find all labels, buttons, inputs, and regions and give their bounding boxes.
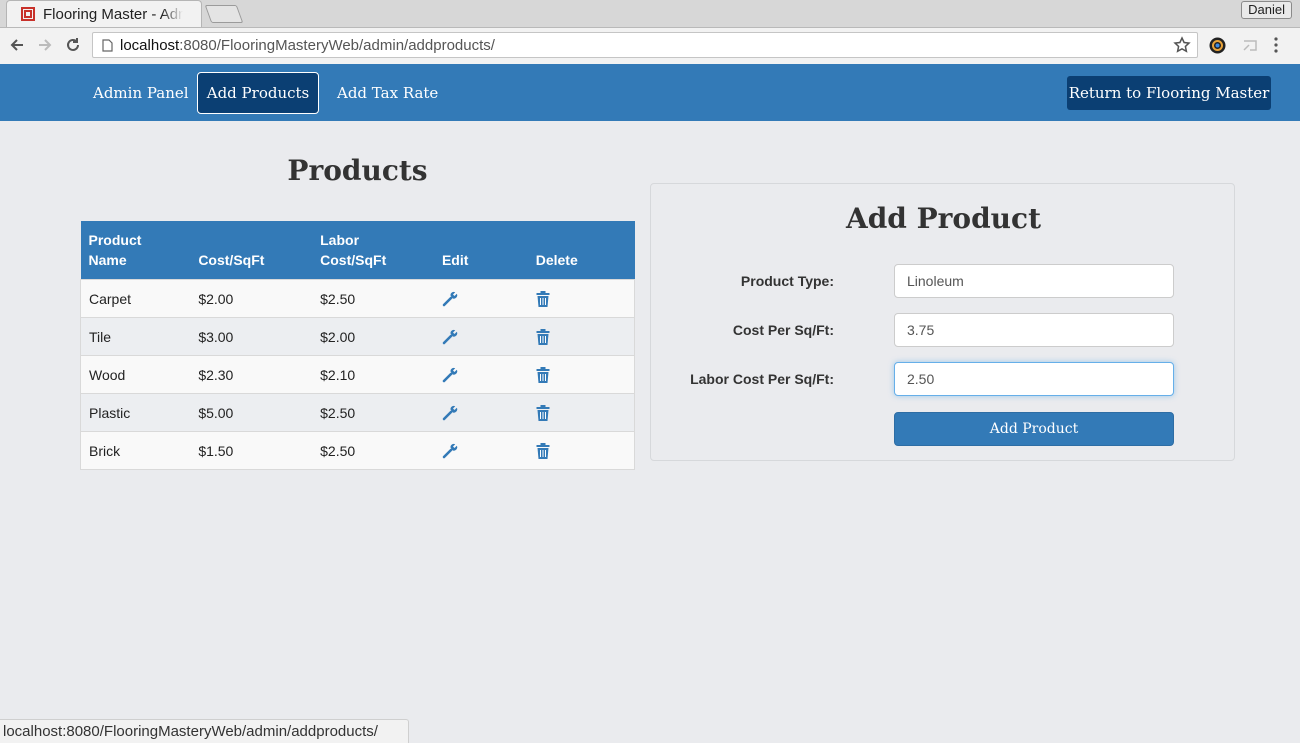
labor-cost-per-sqft-input[interactable]: [894, 362, 1174, 396]
app-navbar: Admin Panel Add Products Add Tax Rate Re…: [0, 64, 1300, 121]
products-heading: Products: [287, 154, 428, 187]
labor-cost-per-sqft-label: Labor Cost Per Sq/Ft:: [690, 371, 834, 387]
nav-add-products[interactable]: Add Products: [197, 72, 319, 114]
delete-cell: [527, 355, 635, 394]
bookmark-star-icon[interactable]: [1173, 36, 1191, 54]
cost-per-sqft-label: Cost Per Sq/Ft:: [732, 322, 834, 338]
browser-toolbar: localhost:8080/FlooringMasteryWeb/admin/…: [0, 28, 1300, 64]
product-cost: $1.50: [190, 431, 313, 470]
edit-cell: [433, 355, 528, 394]
products-table: Product Name Cost/SqFt Labor Cost/SqFt Edi…: [80, 221, 635, 470]
product-type-input[interactable]: [894, 264, 1174, 298]
header-edit: Edit: [433, 221, 528, 280]
product-cost: $2.00: [190, 279, 313, 318]
cost-per-sqft-input[interactable]: [894, 313, 1174, 347]
table-row: Carpet $2.00 $2.50: [80, 279, 635, 318]
reload-icon[interactable]: [62, 34, 84, 56]
browser-tabstrip: Flooring Master - Admin Daniel: [0, 0, 1300, 28]
product-labor-cost: $2.50: [312, 393, 434, 432]
forward-icon[interactable]: [34, 34, 56, 56]
product-labor-cost: $2.10: [312, 355, 434, 394]
header-labor-cost: Labor Cost/SqFt: [312, 221, 434, 280]
product-cost: $5.00: [190, 393, 313, 432]
page-icon: [102, 39, 113, 52]
table-header-row: Product Name Cost/SqFt Labor Cost/SqFt Edi…: [80, 221, 635, 280]
product-name: Brick: [80, 431, 191, 470]
product-cost: $2.30: [190, 355, 313, 394]
back-icon[interactable]: [6, 34, 28, 56]
edit-cell: [433, 279, 528, 318]
wrench-icon[interactable]: [442, 329, 458, 345]
wrench-icon[interactable]: [442, 405, 458, 421]
trash-icon[interactable]: [536, 404, 550, 421]
address-bar[interactable]: localhost:8080/FlooringMasteryWeb/admin/…: [92, 32, 1198, 58]
add-product-panel: Add Product Product Type: Cost Per Sq/Ft…: [650, 183, 1235, 461]
product-name: Wood: [80, 355, 191, 394]
product-labor-cost: $2.50: [312, 279, 434, 318]
browser-tab[interactable]: Flooring Master - Admin: [6, 0, 202, 27]
cast-icon[interactable]: [1242, 38, 1258, 52]
delete-cell: [527, 279, 635, 318]
status-bar-url: localhost:8080/FlooringMasteryWeb/admin/…: [0, 719, 409, 743]
header-product-name: Product Name: [80, 221, 191, 280]
trash-icon[interactable]: [536, 442, 550, 459]
return-to-flooring-master-button[interactable]: Return to Flooring Master: [1067, 76, 1271, 110]
edit-cell: [433, 317, 528, 356]
url-text: localhost:8080/FlooringMasteryWeb/admin/…: [120, 37, 495, 54]
extension-icon[interactable]: [1209, 37, 1226, 54]
profile-button[interactable]: Daniel: [1241, 1, 1292, 19]
browser-menu-icon[interactable]: [1274, 37, 1278, 53]
trash-icon[interactable]: [536, 366, 550, 383]
add-product-heading: Add Product: [845, 202, 1042, 235]
add-product-button[interactable]: Add Product: [894, 412, 1174, 446]
delete-cell: [527, 317, 635, 356]
table-row: Plastic $5.00 $2.50: [80, 393, 635, 432]
nav-add-tax-rate[interactable]: Add Tax Rate: [321, 72, 454, 114]
wrench-icon[interactable]: [442, 291, 458, 307]
product-cost: $3.00: [190, 317, 313, 356]
table-row: Wood $2.30 $2.10: [80, 355, 635, 394]
table-row: Tile $3.00 $2.00: [80, 317, 635, 356]
header-delete: Delete: [527, 221, 635, 280]
edit-cell: [433, 393, 528, 432]
site-favicon-icon: [21, 7, 35, 21]
product-name: Plastic: [80, 393, 191, 432]
product-labor-cost: $2.00: [312, 317, 434, 356]
header-cost: Cost/SqFt: [190, 221, 313, 280]
trash-icon[interactable]: [536, 290, 550, 307]
tab-title: Flooring Master - Admin: [43, 6, 183, 23]
edit-cell: [433, 431, 528, 470]
wrench-icon[interactable]: [442, 367, 458, 383]
trash-icon[interactable]: [536, 328, 550, 345]
delete-cell: [527, 393, 635, 432]
product-name: Carpet: [80, 279, 191, 318]
product-type-label: Product Type:: [740, 273, 834, 289]
nav-admin-panel[interactable]: Admin Panel: [77, 72, 205, 114]
product-labor-cost: $2.50: [312, 431, 434, 470]
new-tab-button[interactable]: [204, 5, 244, 23]
delete-cell: [527, 431, 635, 470]
wrench-icon[interactable]: [442, 443, 458, 459]
table-row: Brick $1.50 $2.50: [80, 431, 635, 470]
product-name: Tile: [80, 317, 191, 356]
